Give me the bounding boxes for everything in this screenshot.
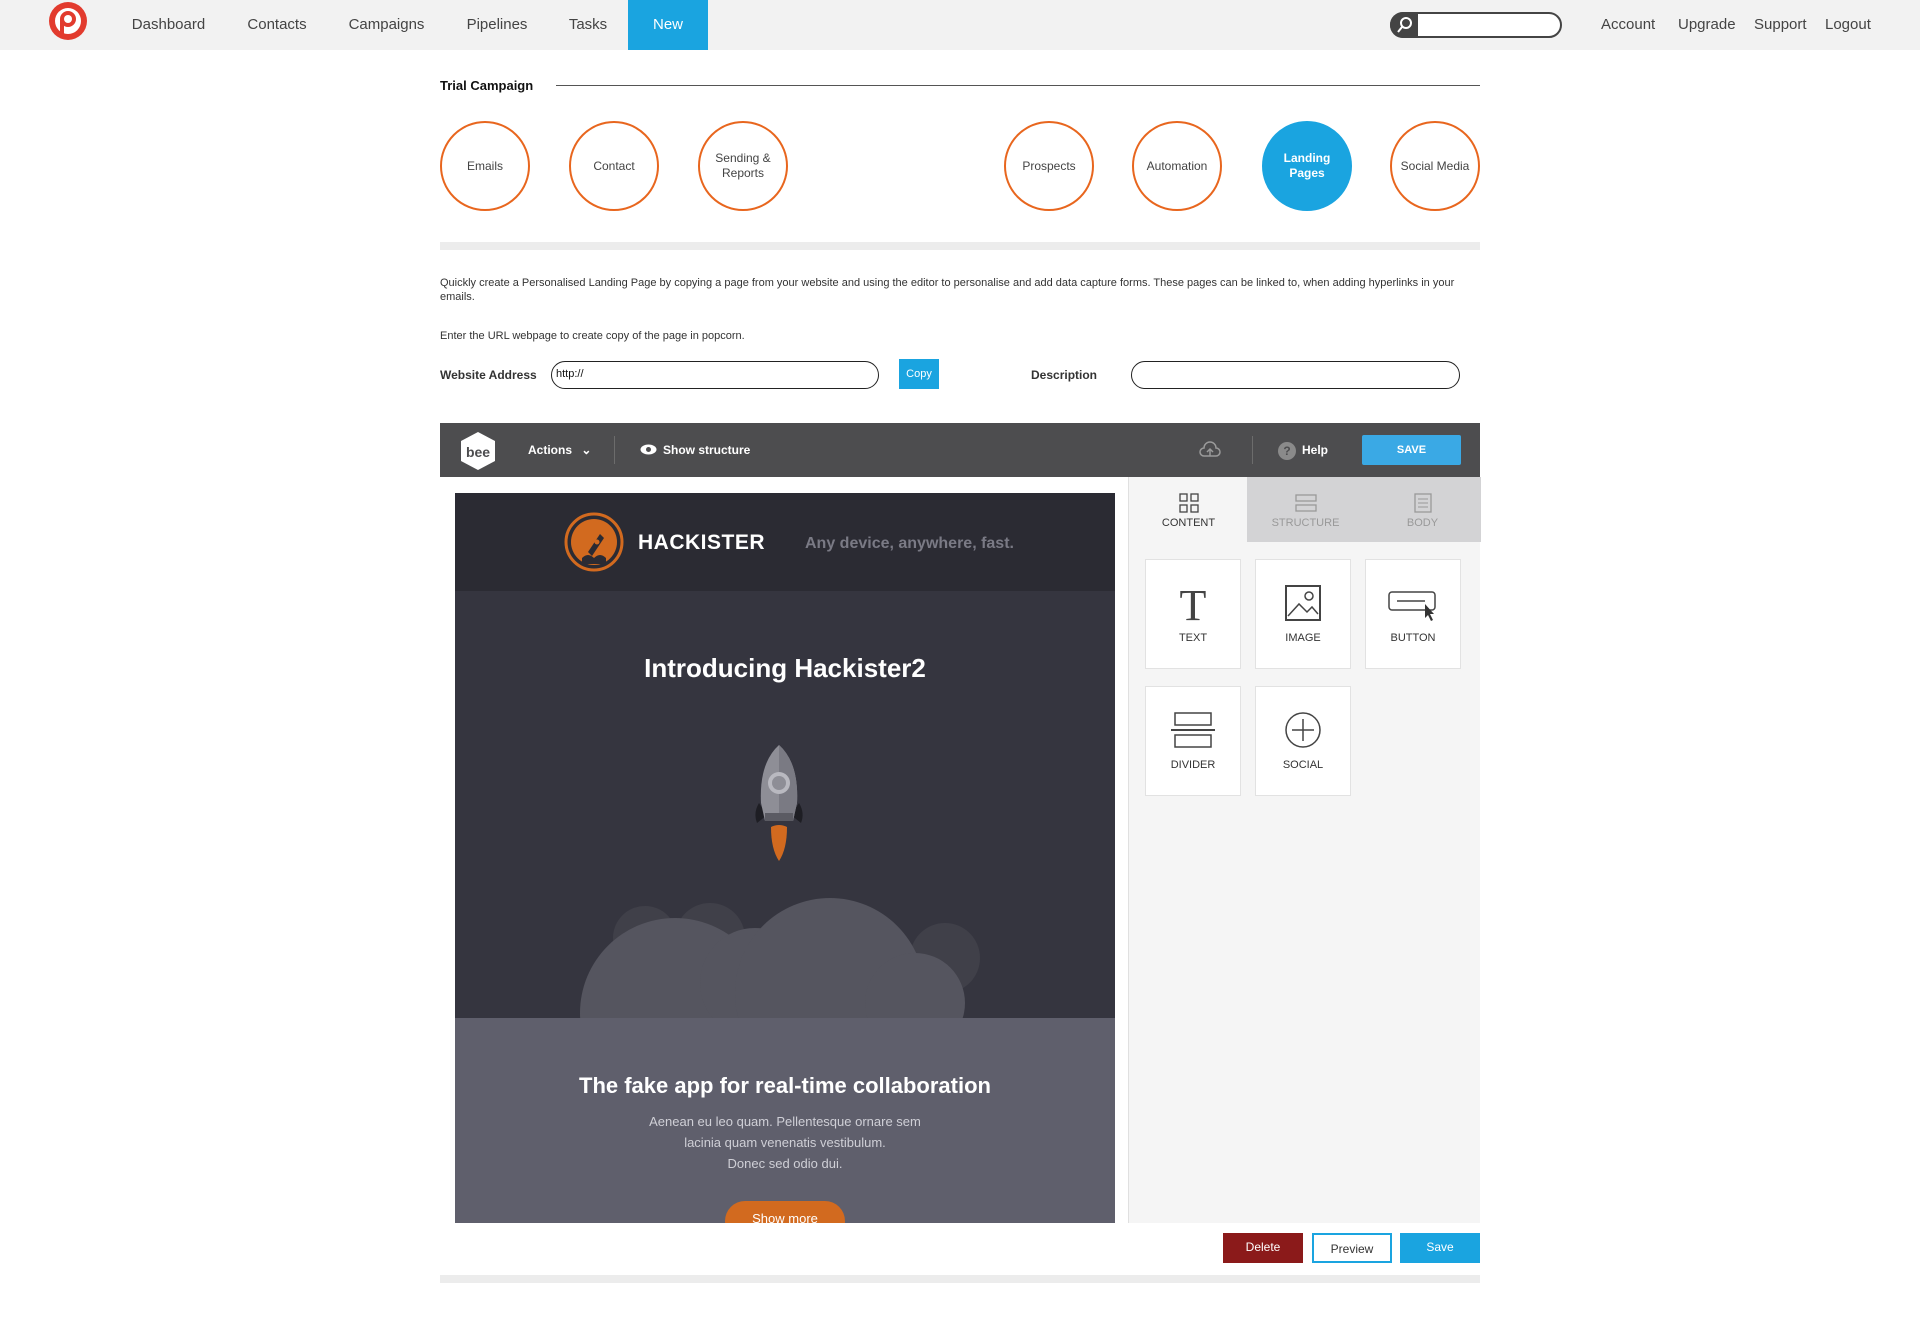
preview-button[interactable]: Preview bbox=[1312, 1233, 1392, 1263]
step-landing-pages[interactable]: Landing Pages bbox=[1262, 121, 1352, 211]
tab-body[interactable]: BODY bbox=[1364, 477, 1481, 542]
copy-button[interactable]: Copy bbox=[899, 359, 939, 389]
step-label: Sending & Reports bbox=[715, 151, 771, 180]
editor-save-button[interactable]: SAVE bbox=[1362, 435, 1461, 465]
tile-social[interactable]: SOCIAL bbox=[1255, 686, 1351, 796]
campaign-title: Trial Campaign bbox=[440, 78, 534, 93]
help-button[interactable]: ? Help bbox=[1278, 423, 1328, 477]
text-icon: T bbox=[1180, 582, 1207, 624]
divider-icon bbox=[1171, 712, 1215, 748]
search-icon[interactable] bbox=[1390, 12, 1418, 38]
rocket-icon bbox=[749, 743, 809, 868]
feature-title: The fake app for real-time collaboration bbox=[579, 1073, 991, 1098]
feature-body-line: Aenean eu leo quam. Pellentesque ornare … bbox=[649, 1114, 921, 1129]
save-button[interactable]: Save bbox=[1400, 1233, 1480, 1263]
nav-new[interactable]: New bbox=[628, 0, 708, 50]
feature-body-line: Donec sed odio dui. bbox=[727, 1156, 843, 1171]
email-tagline: Any device, anywhere, fast. bbox=[805, 535, 1014, 552]
nav-campaigns[interactable]: Campaigns bbox=[337, 0, 436, 50]
website-address-label: Website Address bbox=[440, 368, 537, 382]
intro-text: Quickly create a Personalised Landing Pa… bbox=[440, 277, 1455, 303]
svg-text:T: T bbox=[1180, 582, 1207, 624]
nav-support[interactable]: Support bbox=[1754, 0, 1807, 50]
tile-label: IMAGE bbox=[1285, 632, 1321, 644]
step-label: Emails bbox=[466, 158, 503, 173]
grid-icon bbox=[1178, 493, 1199, 513]
chevron-down-icon: ⌄ bbox=[581, 443, 592, 457]
step-automation[interactable]: Automation bbox=[1132, 121, 1222, 211]
feature-body: Aenean eu leo quam. Pellentesque ornare … bbox=[625, 1111, 945, 1174]
nav-contacts[interactable]: Contacts bbox=[234, 0, 320, 50]
description-input[interactable] bbox=[1131, 361, 1460, 389]
step-label: Automation bbox=[1146, 158, 1208, 173]
actions-menu[interactable]: Actions ⌄ bbox=[528, 423, 591, 477]
step-label: Social Media bbox=[1400, 158, 1470, 173]
step-label: Landing Pages bbox=[1283, 151, 1331, 180]
actions-label: Actions bbox=[528, 443, 573, 457]
tab-content[interactable]: CONTENT bbox=[1130, 477, 1247, 542]
cloud-upload-icon[interactable] bbox=[1198, 440, 1222, 465]
show-more-clip: Show more bbox=[455, 1198, 1115, 1223]
help-label: Help bbox=[1302, 443, 1329, 457]
tile-button[interactable]: BUTTON bbox=[1365, 559, 1461, 669]
image-icon bbox=[1285, 585, 1321, 621]
section-divider bbox=[440, 242, 1480, 250]
tile-text[interactable]: T TEXT bbox=[1145, 559, 1241, 669]
help-icon: ? bbox=[1278, 441, 1296, 460]
feature-body-line: lacinia quam venenatis vestibulum. bbox=[684, 1135, 886, 1150]
nav-account[interactable]: Account bbox=[1601, 0, 1655, 50]
tile-label: BUTTON bbox=[1390, 632, 1436, 644]
email-header bbox=[455, 493, 1115, 591]
step-emails[interactable]: Emails bbox=[440, 121, 530, 211]
body-icon bbox=[1413, 493, 1432, 513]
step-prospects[interactable]: Prospects bbox=[1004, 121, 1094, 211]
tab-label: CONTENT bbox=[1161, 517, 1216, 529]
button-icon bbox=[1388, 591, 1436, 621]
tab-structure[interactable]: STRUCTURE bbox=[1247, 477, 1364, 542]
tile-label: SOCIAL bbox=[1282, 759, 1324, 771]
step-social-media[interactable]: Social Media bbox=[1390, 121, 1480, 211]
title-divider bbox=[556, 85, 1480, 86]
nav-dashboard[interactable]: Dashboard bbox=[120, 0, 217, 50]
bee-logo-text: bee bbox=[466, 444, 490, 460]
nav-tasks[interactable]: Tasks bbox=[558, 0, 618, 50]
plus-circle-icon bbox=[1285, 712, 1321, 748]
cloud-graphic bbox=[575, 898, 1015, 1108]
instruction-text: Enter the URL webpage to create copy of … bbox=[440, 330, 745, 342]
hero-title: Introducing Hackister2 bbox=[644, 653, 926, 683]
popcorn-logo-icon[interactable] bbox=[47, 1, 89, 43]
tab-label: STRUCTURE bbox=[1271, 517, 1340, 529]
nav-logout[interactable]: Logout bbox=[1825, 0, 1871, 50]
show-structure-label: Show structure bbox=[663, 443, 751, 457]
tab-label: BODY bbox=[1406, 517, 1439, 529]
footer-divider bbox=[440, 1275, 1480, 1283]
toolbar-separator bbox=[614, 436, 615, 464]
step-sending-reports[interactable]: Sending & Reports bbox=[698, 121, 788, 211]
eye-icon bbox=[640, 424, 657, 478]
rocket-logo-icon bbox=[564, 512, 624, 577]
toolbar-separator bbox=[1252, 436, 1253, 464]
structure-icon bbox=[1294, 494, 1317, 512]
description-label: Description bbox=[1031, 368, 1098, 382]
tile-divider[interactable]: DIVIDER bbox=[1145, 686, 1241, 796]
delete-button[interactable]: Delete bbox=[1223, 1233, 1303, 1263]
step-label: Prospects bbox=[1022, 158, 1076, 173]
email-brand: HACKISTER bbox=[638, 531, 766, 554]
show-more-button[interactable]: Show more bbox=[725, 1201, 845, 1223]
nav-upgrade[interactable]: Upgrade bbox=[1678, 0, 1736, 50]
bee-logo-icon: bee bbox=[458, 430, 498, 472]
show-structure-toggle[interactable]: Show structure bbox=[640, 423, 750, 477]
tile-label: TEXT bbox=[1178, 632, 1208, 644]
tile-label: DIVIDER bbox=[1170, 759, 1216, 771]
step-contact[interactable]: Contact bbox=[569, 121, 659, 211]
nav-pipelines[interactable]: Pipelines bbox=[453, 0, 541, 50]
tile-image[interactable]: IMAGE bbox=[1255, 559, 1351, 669]
website-address-input[interactable]: http:// bbox=[551, 361, 879, 389]
step-label: Contact bbox=[593, 158, 635, 173]
